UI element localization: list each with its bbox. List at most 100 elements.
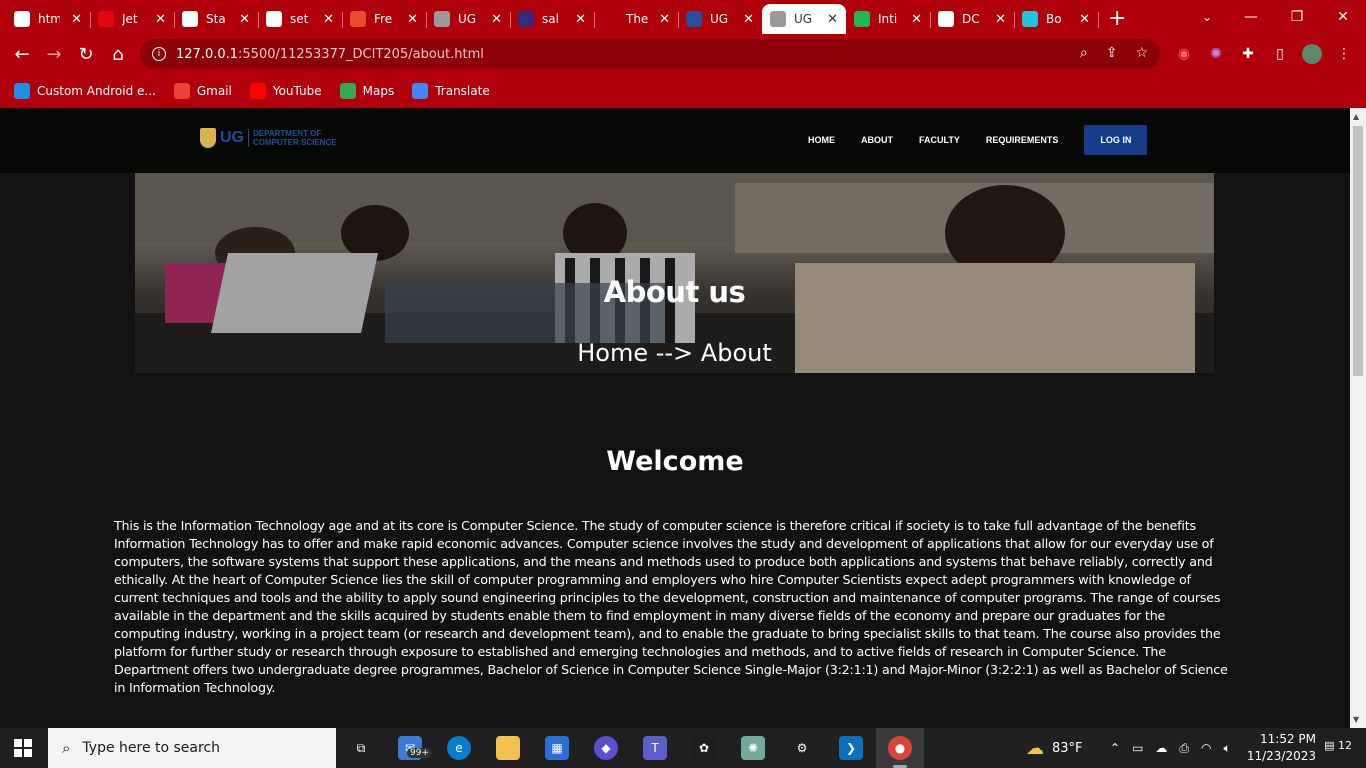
- tab-close-icon[interactable]: ✕: [575, 12, 586, 27]
- browser-tab[interactable]: DC ✕: [930, 4, 1015, 34]
- site-info-icon[interactable]: i: [152, 47, 166, 61]
- bookmark-star-icon[interactable]: ☆: [1135, 45, 1148, 61]
- mail-badge: 99+: [407, 748, 432, 758]
- chatgpt-icon[interactable]: ✺: [741, 736, 765, 760]
- onedrive-icon[interactable]: ☁: [1155, 741, 1167, 755]
- scroll-up-icon[interactable]: ▲: [1353, 112, 1359, 121]
- teams-icon[interactable]: T: [643, 736, 667, 760]
- bookmark-label: Translate: [435, 84, 490, 98]
- zoom-icon[interactable]: ⌕: [1080, 45, 1088, 61]
- extension-icon[interactable]: ✺: [1206, 44, 1226, 64]
- home-button[interactable]: ⌂: [106, 42, 130, 66]
- page-scrollbar[interactable]: ▲ ▼: [1350, 108, 1366, 728]
- browser-tab[interactable]: htm ✕: [6, 4, 91, 34]
- taskbar-search[interactable]: ⌕ Type here to search: [48, 728, 336, 768]
- extension-icon[interactable]: ◉: [1174, 44, 1194, 64]
- share-icon[interactable]: ⇪: [1106, 45, 1118, 61]
- wifi-icon[interactable]: ◠: [1201, 741, 1211, 755]
- tab-close-icon[interactable]: ✕: [491, 12, 502, 27]
- menu-icon[interactable]: ⋮: [1334, 44, 1354, 64]
- store-icon[interactable]: ▦: [545, 736, 569, 760]
- ug-icon: [686, 11, 702, 27]
- scrollbar-thumb[interactable]: [1353, 126, 1363, 376]
- tab-close-icon[interactable]: ✕: [323, 12, 334, 27]
- browser-tab[interactable]: set ✕: [258, 4, 343, 34]
- tab-title: DC: [962, 12, 980, 26]
- windows-start-icon[interactable]: [14, 739, 32, 757]
- clipchamp-icon[interactable]: ◆: [594, 736, 618, 760]
- site-menu: HOME ABOUT FACULTY REQUIREMENTS LOG IN: [808, 125, 1148, 155]
- minimize-button[interactable]: —: [1228, 0, 1274, 34]
- hero-banner: About us Home --> About: [135, 173, 1214, 373]
- tab-search-icon[interactable]: ⌄: [1184, 0, 1230, 34]
- bookmark-item[interactable]: YouTube: [249, 83, 322, 99]
- weather-widget[interactable]: ☁ 83°F: [1026, 728, 1083, 768]
- tab-close-icon[interactable]: ✕: [1079, 12, 1090, 27]
- breadcrumb: Home --> About: [577, 339, 772, 367]
- nav-about[interactable]: ABOUT: [861, 135, 893, 145]
- tab-close-icon[interactable]: ✕: [995, 12, 1006, 27]
- tab-title: UG: [458, 12, 477, 26]
- browser-tab[interactable]: UG ✕: [762, 4, 846, 34]
- settings-gear-icon[interactable]: ⚙: [790, 736, 814, 760]
- tab-close-icon[interactable]: ✕: [827, 12, 838, 27]
- vscode-icon[interactable]: ❯: [839, 736, 863, 760]
- bookmarks-bar: Custom Android e... Gmail YouTube Maps Trans…: [0, 74, 1366, 108]
- tab-close-icon[interactable]: ✕: [659, 12, 670, 27]
- clock[interactable]: 11:52 PM 11/23/2023: [1247, 731, 1316, 765]
- browser-tab[interactable]: Fre ✕: [342, 4, 427, 34]
- bookmark-item[interactable]: Custom Android e...: [14, 83, 156, 99]
- address-bar[interactable]: i 127.0.0.1:5500/11253377_DCIT205/about.…: [140, 39, 1160, 69]
- tab-title: Jet: [122, 12, 138, 26]
- forward-button[interactable]: →: [42, 42, 66, 66]
- browser-tab[interactable]: sal ✕: [510, 4, 595, 34]
- browser-tab[interactable]: Sta ✕: [174, 4, 259, 34]
- tab-title: Inti: [878, 12, 898, 26]
- nav-home[interactable]: HOME: [808, 135, 835, 145]
- clock-date: 11/23/2023: [1246, 749, 1316, 763]
- back-button[interactable]: ←: [10, 42, 34, 66]
- volume-icon[interactable]: 🔈︎: [1224, 741, 1231, 756]
- scroll-down-icon[interactable]: ▼: [1353, 715, 1359, 724]
- browser-tab[interactable]: The ✕: [594, 4, 679, 34]
- tab-close-icon[interactable]: ✕: [911, 12, 922, 27]
- edge-icon[interactable]: e: [447, 736, 471, 760]
- tray-overflow-icon[interactable]: ⌃: [1110, 741, 1120, 755]
- browser-tab[interactable]: UG ✕: [426, 4, 511, 34]
- battery-icon[interactable]: ▭: [1132, 741, 1143, 755]
- side-panel-icon[interactable]: ▯: [1270, 44, 1290, 64]
- swiss-flag-icon: [98, 11, 114, 27]
- reload-button[interactable]: ↻: [74, 42, 98, 66]
- notification-center-icon[interactable]: ▤ 12: [1324, 739, 1352, 752]
- browser-tab[interactable]: Bo ✕: [1014, 4, 1099, 34]
- task-view-icon[interactable]: ⧉: [349, 736, 373, 760]
- weather-temp: 83°F: [1052, 740, 1083, 756]
- figma-icon[interactable]: ✿: [692, 736, 716, 760]
- restore-button[interactable]: ❐: [1274, 0, 1320, 34]
- tab-close-icon[interactable]: ✕: [155, 12, 166, 27]
- tab-close-icon[interactable]: ✕: [407, 12, 418, 27]
- login-button[interactable]: LOG IN: [1084, 125, 1148, 155]
- department-logo[interactable]: UG DEPARTMENT OF COMPUTER SCIENCE: [200, 128, 337, 148]
- nav-faculty[interactable]: FACULTY: [919, 135, 960, 145]
- close-window-button[interactable]: ✕: [1320, 0, 1366, 34]
- file-explorer-icon[interactable]: [496, 736, 520, 760]
- extensions-puzzle-icon[interactable]: ✚: [1238, 44, 1258, 64]
- bookmark-item[interactable]: Translate: [412, 83, 490, 99]
- browser-tab[interactable]: Inti ✕: [846, 4, 931, 34]
- chrome-icon[interactable]: ●: [888, 736, 912, 760]
- nav-requirements[interactable]: REQUIREMENTS: [986, 135, 1059, 145]
- tab-close-icon[interactable]: ✕: [71, 12, 82, 27]
- browser-tab[interactable]: Jet ✕: [90, 4, 175, 34]
- ug-crest-icon: [200, 128, 216, 148]
- system-tray: ⌃ ▭ ☁ ⎙ ◠ 🔈︎: [1110, 728, 1231, 768]
- meet-now-icon[interactable]: ⎙: [1179, 741, 1189, 756]
- bookmark-item[interactable]: Gmail: [173, 83, 232, 99]
- new-tab-button[interactable]: +: [1108, 6, 1126, 31]
- bookmark-item[interactable]: Maps: [339, 83, 394, 99]
- profile-avatar[interactable]: [1302, 44, 1322, 64]
- browser-tab[interactable]: UG ✕: [678, 4, 762, 34]
- play-icon: [854, 11, 870, 27]
- tab-close-icon[interactable]: ✕: [239, 12, 250, 27]
- tab-close-icon[interactable]: ✕: [743, 12, 754, 27]
